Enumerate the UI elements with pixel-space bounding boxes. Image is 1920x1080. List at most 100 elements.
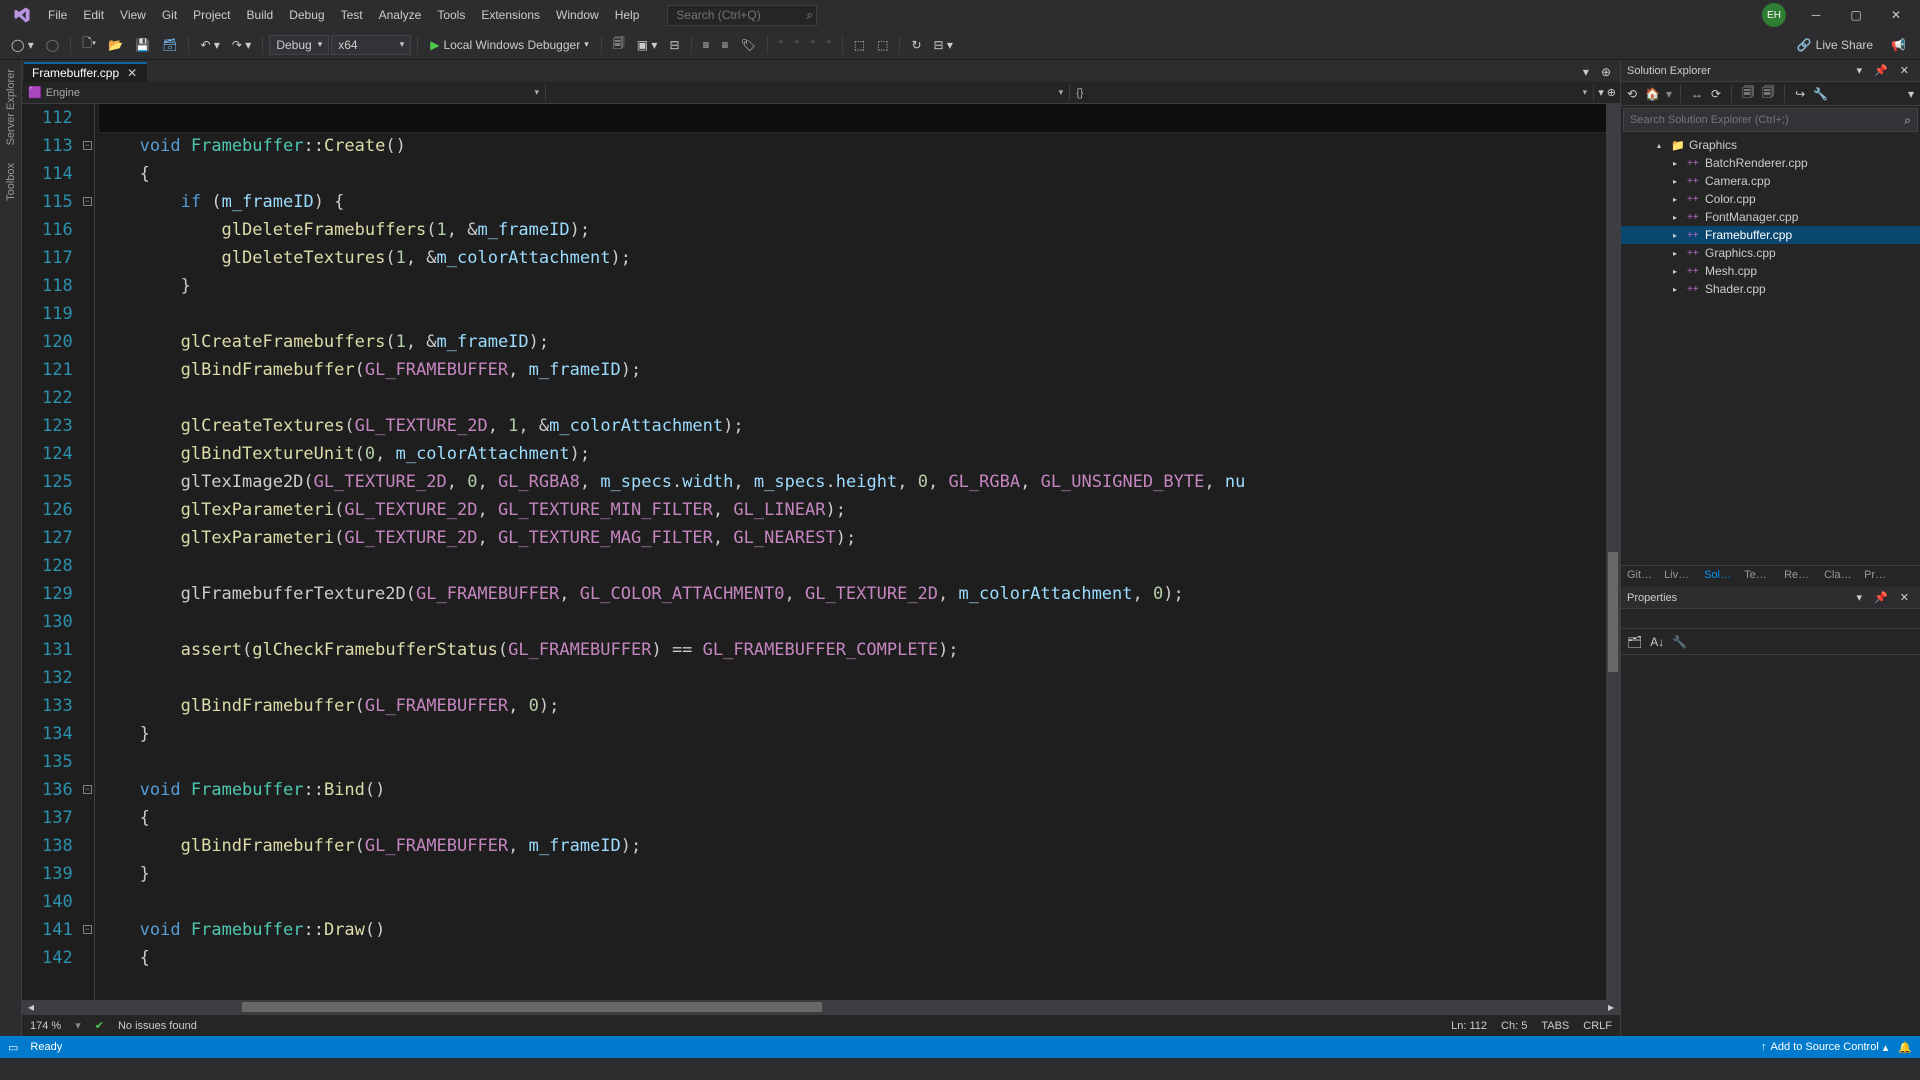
tool-tab[interactable]: Tea…: [1738, 566, 1778, 587]
tb-icon-9[interactable]: ⊟ ▾: [929, 35, 958, 55]
rail-server-explorer[interactable]: Server Explorer: [2, 60, 20, 154]
menu-git[interactable]: Git: [154, 4, 185, 26]
zoom-level[interactable]: 174 %: [30, 1020, 61, 1032]
horizontal-scrollbar[interactable]: ◂ ▸: [22, 1000, 1620, 1014]
tree-file[interactable]: ▸++Camera.cpp: [1621, 172, 1920, 190]
tree-file[interactable]: ▸++BatchRenderer.cpp: [1621, 154, 1920, 172]
forward-button[interactable]: ◯: [41, 35, 64, 55]
tb-icon-3[interactable]: ⊟: [664, 35, 684, 55]
scroll-left-arrow[interactable]: ◂: [22, 1000, 40, 1014]
tb-outdent-icon[interactable]: ≡: [717, 35, 734, 55]
se-prop-icon[interactable]: ↪: [1793, 85, 1807, 103]
tb-icon-2[interactable]: ▣ ▾: [632, 35, 663, 55]
tool-tab[interactable]: Solu…: [1698, 566, 1738, 587]
se-home-icon[interactable]: ⟲: [1625, 85, 1639, 103]
menu-extensions[interactable]: Extensions: [473, 4, 548, 26]
tb-icon-6[interactable]: ⬚: [849, 35, 870, 55]
tool-tab[interactable]: Live…: [1658, 566, 1698, 587]
tool-tab[interactable]: Clas…: [1818, 566, 1858, 587]
tb-icon-8[interactable]: ↻: [906, 35, 926, 55]
tree-file[interactable]: ▸++Mesh.cpp: [1621, 262, 1920, 280]
run-debugger-button[interactable]: ▶ Local Windows Debugger ▾: [424, 35, 595, 55]
back-button[interactable]: ◯ ▾: [6, 35, 39, 55]
tb-uncomment-icon[interactable]: ”: [790, 35, 804, 55]
menu-analyze[interactable]: Analyze: [371, 4, 430, 26]
new-project-button[interactable]: 🗋▾: [77, 31, 101, 58]
fold-toggle[interactable]: −: [83, 925, 92, 934]
tree-folder-graphics[interactable]: ▴📁Graphics: [1621, 136, 1920, 154]
redo-button[interactable]: ↷ ▾: [227, 35, 256, 55]
tb-icon-4[interactable]: ”: [806, 35, 820, 55]
menu-debug[interactable]: Debug: [281, 4, 332, 26]
live-share-button[interactable]: 🔗 Live Share: [1789, 38, 1881, 52]
nav-member-combo[interactable]: {}▾: [1070, 85, 1594, 101]
menu-tools[interactable]: Tools: [429, 4, 473, 26]
panel-close[interactable]: ✕: [1895, 61, 1914, 80]
nav-type-combo[interactable]: ▾: [546, 85, 1070, 100]
menu-project[interactable]: Project: [185, 4, 238, 26]
platform-combo[interactable]: x64▾: [331, 35, 411, 55]
se-sync-icon[interactable]: ↔: [1689, 85, 1705, 103]
tree-file[interactable]: ▸++Framebuffer.cpp: [1621, 226, 1920, 244]
tree-file[interactable]: ▸++FontManager.cpp: [1621, 208, 1920, 226]
maximize-button[interactable]: ▢: [1836, 0, 1876, 30]
menu-test[interactable]: Test: [333, 4, 371, 26]
tb-indent-icon[interactable]: ≡: [698, 35, 715, 55]
tool-tab[interactable]: Res…: [1778, 566, 1818, 587]
user-avatar[interactable]: EH: [1762, 3, 1786, 27]
vertical-scrollbar[interactable]: [1606, 104, 1620, 1000]
tabs-indicator[interactable]: TABS: [1541, 1020, 1569, 1032]
fold-toggle[interactable]: −: [83, 197, 92, 206]
nav-scope-combo[interactable]: 🟪 Engine▾: [22, 84, 546, 101]
undo-button[interactable]: ↶ ▾: [195, 35, 224, 55]
tree-file[interactable]: ▸++Shader.cpp: [1621, 280, 1920, 298]
props-cat-icon[interactable]: 🗂: [1625, 633, 1644, 651]
props-az-icon[interactable]: A↓: [1648, 633, 1666, 651]
search-box[interactable]: ⌕: [667, 5, 817, 26]
menu-help[interactable]: Help: [607, 4, 648, 26]
tb-icon-7[interactable]: ⬚: [872, 35, 893, 55]
se-filter-icon[interactable]: ▾: [1906, 85, 1916, 103]
config-combo[interactable]: Debug▾: [269, 35, 329, 55]
panel-options[interactable]: ▾: [1852, 61, 1868, 80]
se-home-icon-2[interactable]: 🏠: [1643, 85, 1662, 103]
tab-close-button[interactable]: ✕: [125, 66, 139, 80]
issues-label[interactable]: No issues found: [118, 1020, 197, 1032]
search-input[interactable]: [676, 8, 806, 22]
tool-tab[interactable]: Git…: [1621, 566, 1658, 587]
solution-search-input[interactable]: [1630, 114, 1904, 126]
solution-search[interactable]: ⌕: [1623, 108, 1918, 132]
tb-comment-icon[interactable]: ”: [774, 35, 788, 55]
tb-icon-5[interactable]: ”: [822, 35, 836, 55]
code-text[interactable]: void Framebuffer::Create() { if (m_frame…: [95, 104, 1606, 1000]
add-source-control[interactable]: ↑ Add to Source Control ▴: [1761, 1041, 1888, 1054]
save-all-button[interactable]: 🗃: [157, 35, 182, 55]
tab-dropdown[interactable]: ▾: [1578, 62, 1594, 82]
notifications-icon[interactable]: 🔔: [1898, 1041, 1912, 1054]
menu-file[interactable]: File: [40, 4, 75, 26]
crlf-indicator[interactable]: CRLF: [1583, 1020, 1612, 1032]
props-pin[interactable]: 📌: [1869, 588, 1893, 607]
rail-toolbox[interactable]: Toolbox: [2, 154, 20, 210]
props-options[interactable]: ▾: [1852, 588, 1868, 607]
panel-pin[interactable]: 📌: [1869, 61, 1893, 80]
tree-file[interactable]: ▸++Graphics.cpp: [1621, 244, 1920, 262]
menu-edit[interactable]: Edit: [75, 4, 112, 26]
tb-icon-1[interactable]: 🗐: [608, 31, 630, 58]
tree-file[interactable]: ▸++Color.cpp: [1621, 190, 1920, 208]
minimize-button[interactable]: ─: [1796, 0, 1836, 30]
tab-aux-button[interactable]: ⊕: [1596, 62, 1616, 82]
menu-build[interactable]: Build: [239, 4, 282, 26]
props-wrench-icon[interactable]: 🔧: [1670, 633, 1689, 651]
menu-window[interactable]: Window: [548, 4, 607, 26]
se-prop-icon-2[interactable]: 🔧: [1811, 85, 1830, 103]
feedback-button[interactable]: 📢: [1883, 38, 1914, 52]
open-button[interactable]: 📂: [103, 35, 128, 55]
menu-view[interactable]: View: [112, 4, 154, 26]
solution-tree[interactable]: ▴📁Graphics▸++BatchRenderer.cpp▸++Camera.…: [1621, 134, 1920, 565]
nav-split-button[interactable]: ▾ ⊕: [1594, 86, 1620, 99]
se-collapse-icon[interactable]: 🗐: [1760, 81, 1776, 106]
se-showall-icon[interactable]: 🗐: [1740, 81, 1756, 106]
tool-tab[interactable]: Pro…: [1858, 566, 1898, 587]
close-button[interactable]: ✕: [1876, 0, 1916, 30]
